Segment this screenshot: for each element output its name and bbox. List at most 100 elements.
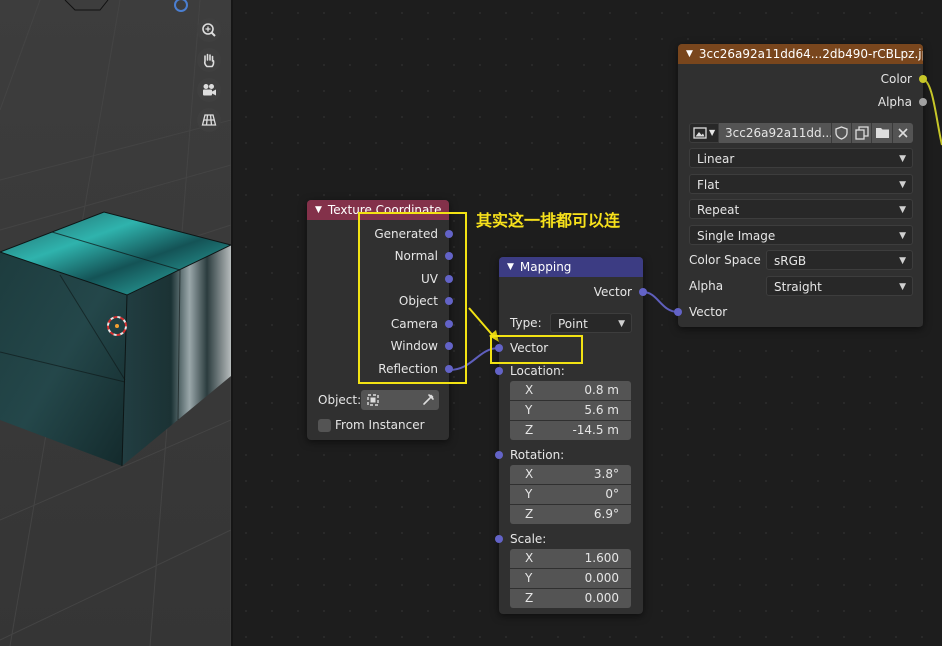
chevron-down-icon: ▼ xyxy=(899,231,906,241)
image-texture-node[interactable]: ▼ 3cc26a92a11dd64...2db490-rCBLpz.jpg Co… xyxy=(674,44,927,327)
link-mapping-to-image[interactable] xyxy=(642,291,679,313)
type-value: Point xyxy=(558,317,588,331)
chevron-down-icon: ▼ xyxy=(899,180,906,190)
scale-x-value: 1.600 xyxy=(584,551,619,565)
rotation-x-field[interactable]: X 3.8° xyxy=(510,465,631,484)
3d-viewport[interactable] xyxy=(0,0,231,646)
annotation-text: 其实这一排都可以连 xyxy=(476,211,621,230)
duplicate-icon[interactable] xyxy=(851,123,871,143)
output-alpha-label: Alpha xyxy=(877,95,912,109)
hand-pan-icon[interactable] xyxy=(197,48,221,72)
fake-user-shield-icon[interactable] xyxy=(831,123,851,143)
input-vector-label: Vector xyxy=(689,305,728,319)
rotation-z-value: 6.9° xyxy=(593,507,619,521)
collapse-chevron-icon[interactable]: ▼ xyxy=(507,262,514,272)
collapse-chevron-icon[interactable]: ▼ xyxy=(315,205,322,215)
image-name-field[interactable]: 3cc26a92a11dd... xyxy=(719,123,831,143)
location-x-field[interactable]: X 0.8 m xyxy=(510,381,631,400)
source-value: Single Image xyxy=(697,229,776,243)
socket-input-vector[interactable] xyxy=(674,308,682,316)
axis-y-label: Y xyxy=(525,487,533,501)
image-texture-header[interactable]: ▼ 3cc26a92a11dd64...2db490-rCBLpz.jpg xyxy=(678,44,923,64)
location-y-field[interactable]: Y 5.6 m xyxy=(510,401,631,420)
zoom-icon[interactable] xyxy=(197,18,221,42)
mapping-node[interactable]: ▼ Mapping Vector Type: Point ▼ Vector Lo… xyxy=(495,257,647,614)
scale-y-field[interactable]: Y 0.000 xyxy=(510,569,631,588)
open-folder-icon[interactable] xyxy=(871,123,892,143)
axis-y-label: Y xyxy=(525,403,533,417)
type-dropdown[interactable]: Point ▼ xyxy=(550,313,632,333)
socket-color[interactable] xyxy=(919,75,927,83)
extension-dropdown[interactable]: Repeat ▼ xyxy=(689,199,913,219)
collapse-chevron-icon[interactable]: ▼ xyxy=(686,49,693,59)
node-title: Mapping xyxy=(519,260,572,274)
shader-node-editor[interactable]: ▼ Texture Coordinate Generated Normal UV… xyxy=(233,0,942,646)
alpha-label: Alpha xyxy=(689,279,724,293)
object-picker[interactable] xyxy=(361,390,439,410)
from-instancer-label: From Instancer xyxy=(335,418,425,432)
chevron-down-icon: ▼ xyxy=(899,154,906,164)
interpolation-value: Linear xyxy=(697,152,735,166)
viewport-scene xyxy=(0,0,231,646)
annotation-arrow xyxy=(468,307,496,339)
location-z-value: -14.5 m xyxy=(572,423,619,437)
chevron-down-icon: ▼ xyxy=(899,256,906,266)
annotation-box-vector-input xyxy=(490,335,583,364)
scale-z-field[interactable]: Z 0.000 xyxy=(510,589,631,608)
alpha-value: Straight xyxy=(774,280,822,294)
interpolation-dropdown[interactable]: Linear ▼ xyxy=(689,148,913,168)
scale-label: Scale: xyxy=(510,532,547,546)
extension-value: Repeat xyxy=(697,203,740,217)
perspective-grid-icon[interactable] xyxy=(197,108,221,132)
eyedropper-icon[interactable] xyxy=(421,393,435,407)
socket-scale[interactable] xyxy=(495,535,503,543)
source-dropdown[interactable]: Single Image ▼ xyxy=(689,225,913,245)
axis-z-label: Z xyxy=(525,591,534,605)
scale-z-value: 0.000 xyxy=(584,591,619,605)
type-label: Type: xyxy=(510,316,542,330)
axis-z-label: Z xyxy=(525,423,534,437)
image-selector[interactable]: ▼ 3cc26a92a11dd... xyxy=(689,123,913,143)
chevron-down-icon: ▼ xyxy=(899,205,906,215)
mapping-header[interactable]: ▼ Mapping xyxy=(499,257,643,277)
color-space-value: sRGB xyxy=(774,254,807,268)
close-icon[interactable] xyxy=(892,123,913,143)
location-x-value: 0.8 m xyxy=(584,383,619,397)
chevron-down-icon: ▼ xyxy=(899,282,906,292)
scale-x-field[interactable]: X 1.600 xyxy=(510,549,631,568)
rotation-z-field[interactable]: Z 6.9° xyxy=(510,505,631,524)
chevron-down-icon: ▼ xyxy=(618,319,625,329)
rotation-x-value: 3.8° xyxy=(593,467,619,481)
socket-alpha[interactable] xyxy=(919,98,927,106)
rotation-y-value: 0° xyxy=(605,487,619,501)
chevron-down-icon: ▼ xyxy=(709,128,716,137)
output-color-label: Color xyxy=(880,72,912,86)
axis-z-label: Z xyxy=(525,507,534,521)
node-title: 3cc26a92a11dd64...2db490-rCBLpz.jpg xyxy=(698,47,923,61)
scale-y-value: 0.000 xyxy=(584,571,619,585)
image-icon xyxy=(693,127,707,139)
color-space-label: Color Space xyxy=(689,253,761,267)
camera-icon[interactable] xyxy=(197,78,221,102)
link-color-out[interactable] xyxy=(921,78,942,146)
location-label: Location: xyxy=(510,364,565,378)
location-y-value: 5.6 m xyxy=(584,403,619,417)
rotation-label: Rotation: xyxy=(510,448,565,462)
axis-x-label: X xyxy=(525,551,534,565)
rotation-y-field[interactable]: Y 0° xyxy=(510,485,631,504)
socket-rotation[interactable] xyxy=(495,451,503,459)
object-data-icon xyxy=(367,394,379,406)
object-label: Object: xyxy=(318,393,362,407)
from-instancer-checkbox[interactable] xyxy=(318,419,331,432)
socket-location[interactable] xyxy=(495,367,503,375)
axis-x-label: X xyxy=(525,467,534,481)
image-browse-button[interactable]: ▼ xyxy=(689,123,719,143)
alpha-dropdown[interactable]: Straight ▼ xyxy=(766,276,913,296)
projection-dropdown[interactable]: Flat ▼ xyxy=(689,174,913,194)
annotation-box-outputs xyxy=(358,212,467,384)
output-vector-label: Vector xyxy=(593,285,632,299)
location-z-field[interactable]: Z -14.5 m xyxy=(510,421,631,440)
socket-output-vector[interactable] xyxy=(639,288,647,296)
color-space-dropdown[interactable]: sRGB ▼ xyxy=(766,250,913,270)
axis-y-label: Y xyxy=(525,571,533,585)
